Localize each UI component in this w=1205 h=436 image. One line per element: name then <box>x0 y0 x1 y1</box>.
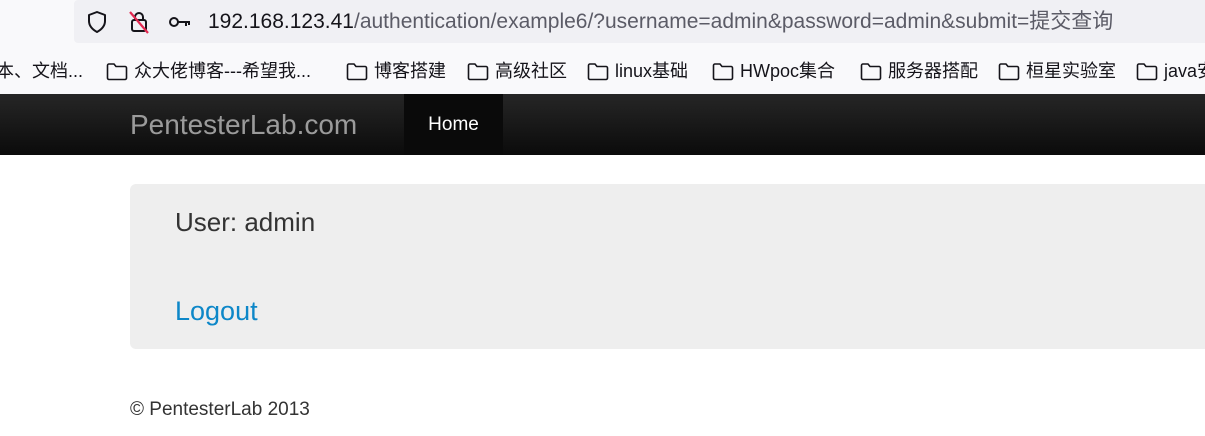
bookmark-folder[interactable]: 博客搭建 <box>346 58 446 84</box>
bookmark-folder[interactable]: linux基础 <box>587 58 688 84</box>
url-host: 192.168.123.41 <box>208 10 354 33</box>
site-navbar: PentesterLab.com Home <box>0 94 1205 155</box>
bookmark-label: java安 <box>1164 61 1205 81</box>
browser-address-bar: 192.168.123.41/authentication/example6/?… <box>0 0 1205 46</box>
url-text[interactable]: 192.168.123.41/authentication/example6/?… <box>208 8 1113 36</box>
bookmark-label: 高级社区 <box>495 61 567 81</box>
bookmark-folder[interactable]: 服务器搭配 <box>860 58 978 84</box>
folder-icon <box>467 62 489 81</box>
bookmark-label: 本、文档... <box>0 61 84 81</box>
key-icon[interactable] <box>167 9 193 35</box>
bookmark-label: 众大佬博客---希望我... <box>134 61 311 81</box>
bookmark-label: 桓星实验室 <box>1026 61 1116 81</box>
nav-home[interactable]: Home <box>404 94 503 155</box>
bookmark-folder[interactable]: 桓星实验室 <box>998 58 1116 84</box>
bookmarks-bar: 本、文档... 众大佬博客---希望我... 博客搭建 高级社区 linux基础… <box>0 46 1205 94</box>
bookmark-label: 服务器搭配 <box>888 61 978 81</box>
bookmark-folder[interactable]: 高级社区 <box>467 58 567 84</box>
folder-icon <box>106 62 128 81</box>
bookmark-folder[interactable]: java安 <box>1136 58 1205 84</box>
url-path: /authentication/example6/?username=admin… <box>353 10 1114 33</box>
shield-icon[interactable] <box>84 9 110 35</box>
folder-icon <box>587 62 609 81</box>
bookmark-label: HWpoc集合 <box>740 61 836 81</box>
user-panel: User: admin Logout <box>130 184 1205 349</box>
footer-copyright: © PentesterLab 2013 <box>130 399 310 420</box>
brand-link[interactable]: PentesterLab.com <box>130 108 357 142</box>
folder-icon <box>998 62 1020 81</box>
bookmark-item[interactable]: 本、文档... <box>0 58 83 84</box>
page-permissions-icon[interactable] <box>126 9 152 35</box>
bookmark-folder[interactable]: 众大佬博客---希望我... <box>106 58 311 84</box>
folder-icon <box>712 62 734 81</box>
folder-icon <box>1136 62 1158 81</box>
folder-icon <box>346 62 368 81</box>
bookmark-folder[interactable]: HWpoc集合 <box>712 58 835 84</box>
logout-link[interactable]: Logout <box>175 295 258 327</box>
bookmark-label: linux基础 <box>615 61 689 81</box>
user-label: User: admin <box>175 207 316 237</box>
folder-icon <box>860 62 882 81</box>
bookmark-label: 博客搭建 <box>374 61 446 81</box>
